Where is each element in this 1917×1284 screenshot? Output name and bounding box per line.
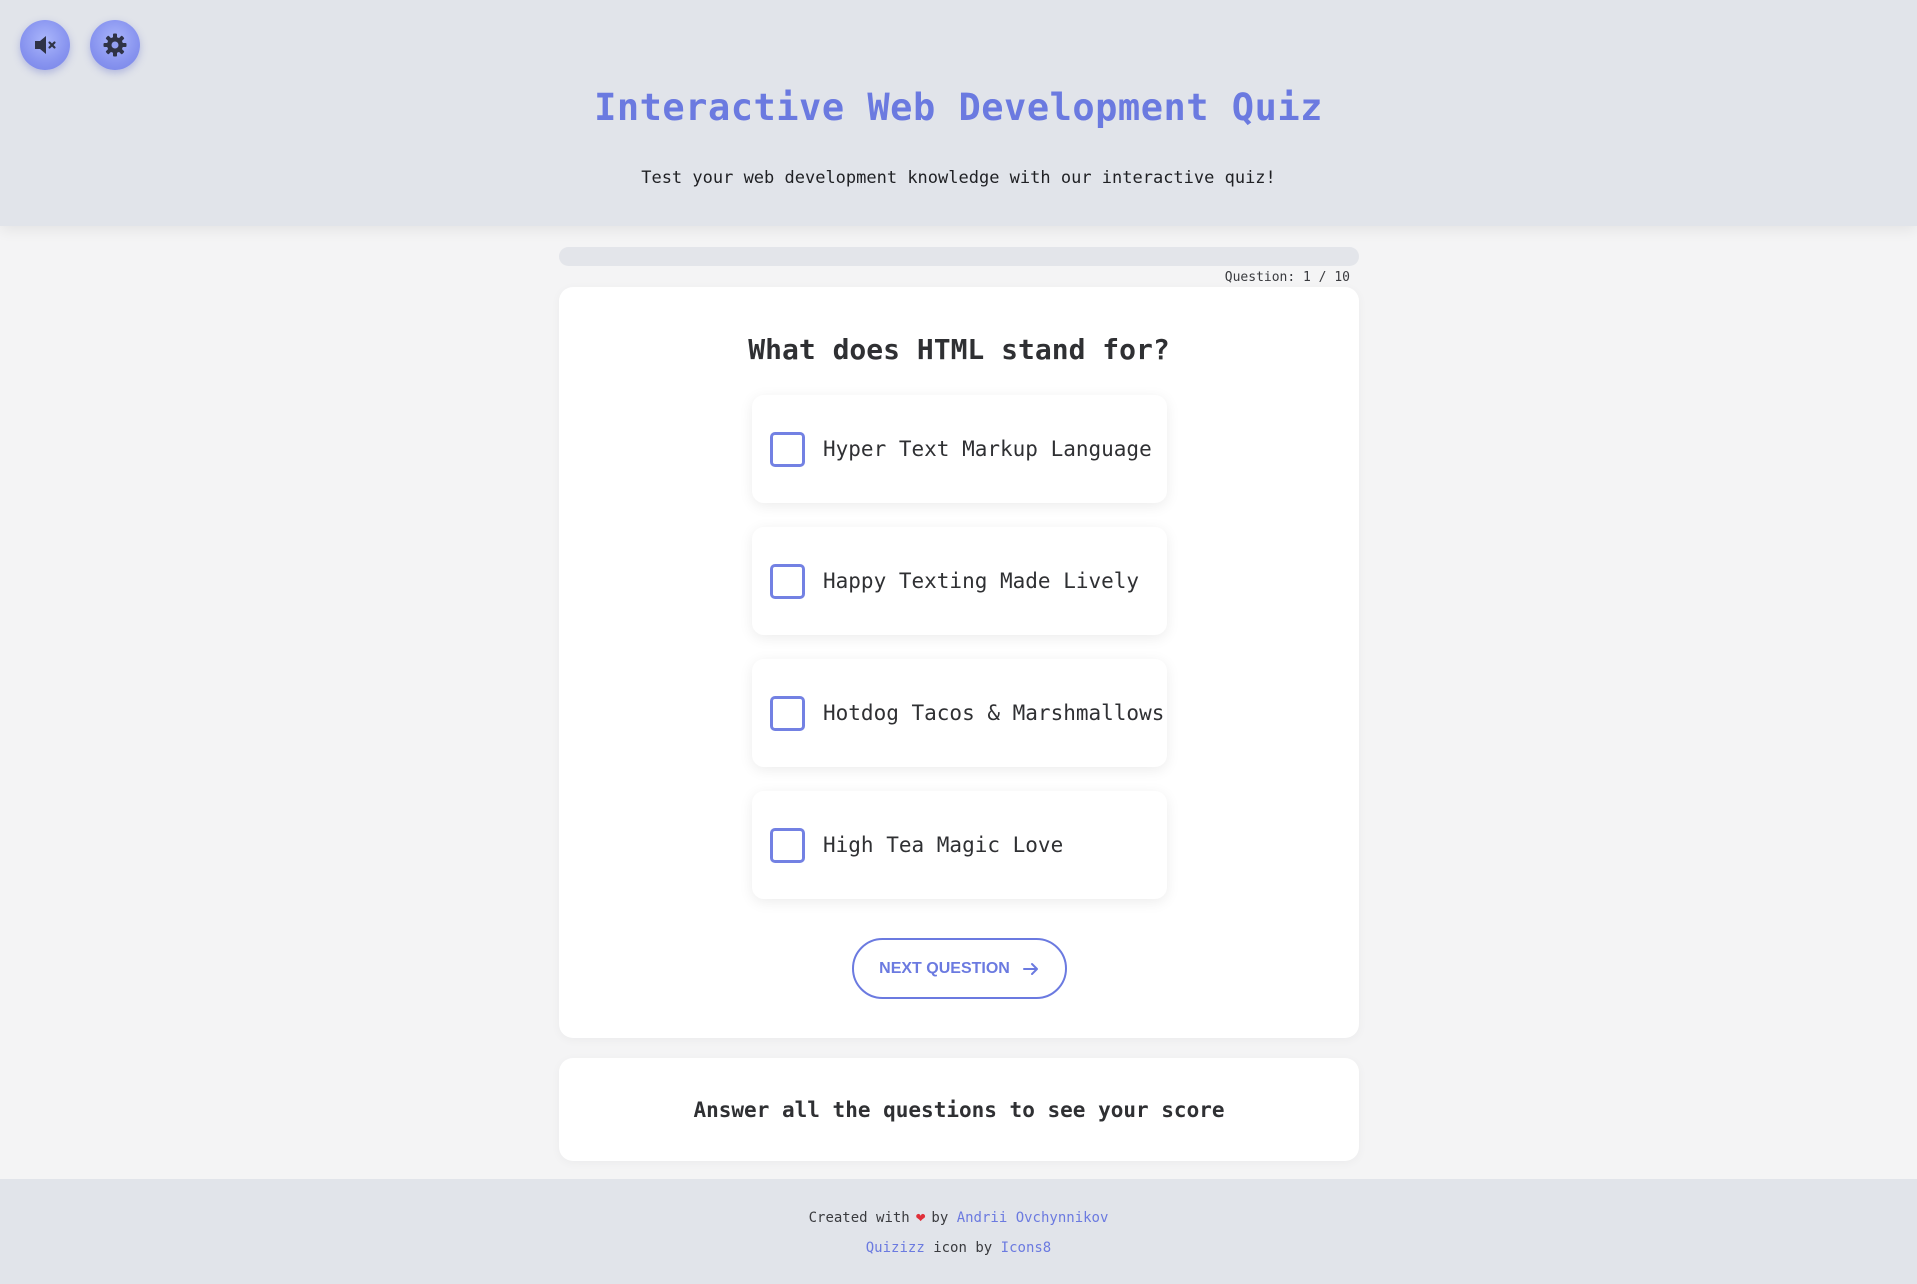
quiz-page: Interactive Web Development Quiz Test yo… (0, 0, 1917, 1284)
settings-button[interactable] (90, 20, 140, 70)
answer-label: Happy Texting Made Lively (823, 569, 1140, 593)
answer-checkbox[interactable] (770, 695, 805, 731)
speaker-muted-icon (35, 36, 56, 54)
mute-button[interactable] (20, 20, 70, 70)
answer-option[interactable]: Happy Texting Made Lively (752, 527, 1167, 635)
next-question-label: NEXT QUESTION (879, 959, 1010, 977)
answer-label: Hotdog Tacos & Marshmallows (823, 701, 1165, 725)
next-question-button[interactable]: NEXT QUESTION (852, 938, 1067, 999)
answer-option[interactable]: Hotdog Tacos & Marshmallows (752, 659, 1167, 767)
score-card: Answer all the questions to see your sco… (559, 1058, 1359, 1161)
header: Interactive Web Development Quiz Test yo… (0, 0, 1917, 226)
question-text: What does HTML stand for? (748, 333, 1170, 366)
author-link[interactable]: Andrii Ovchynnikov (957, 1210, 1109, 1226)
footer-icon-by: icon by (933, 1240, 993, 1256)
answer-checkbox[interactable] (770, 431, 805, 467)
footer: Created with ❤ by Andrii Ovchynnikov Quizi… (0, 1179, 1917, 1284)
answer-label: Hyper Text Markup Language (823, 437, 1152, 461)
heart-icon: ❤ (915, 1207, 926, 1226)
progress-bar (559, 247, 1359, 266)
answer-checkbox[interactable] (770, 827, 805, 863)
gear-icon (103, 33, 127, 57)
answer-label: High Tea Magic Love (823, 833, 1064, 857)
footer-credits: Created with ❤ by Andrii Ovchynnikov (0, 1207, 1917, 1226)
answer-option[interactable]: Hyper Text Markup Language (752, 395, 1167, 503)
footer-created-with: Created with (808, 1210, 910, 1226)
arrow-right-icon (1022, 962, 1038, 975)
page-title: Interactive Web Development Quiz (594, 86, 1323, 129)
footer-by: by (931, 1210, 949, 1226)
answer-option[interactable]: High Tea Magic Love (752, 791, 1167, 899)
icons8-link[interactable]: Icons8 (1001, 1240, 1052, 1256)
score-message: Answer all the questions to see your sco… (693, 1097, 1225, 1122)
answer-checkbox[interactable] (770, 563, 805, 599)
question-counter: Question: 1 / 10 (1224, 270, 1350, 285)
quizizz-link[interactable]: Quizizz (866, 1240, 925, 1256)
quiz-card: What does HTML stand for? Hyper Text Mar… (559, 287, 1359, 1038)
page-subtitle: Test your web development knowledge with… (641, 168, 1276, 188)
footer-icon-credits: Quizizz icon by Icons8 (0, 1240, 1917, 1256)
